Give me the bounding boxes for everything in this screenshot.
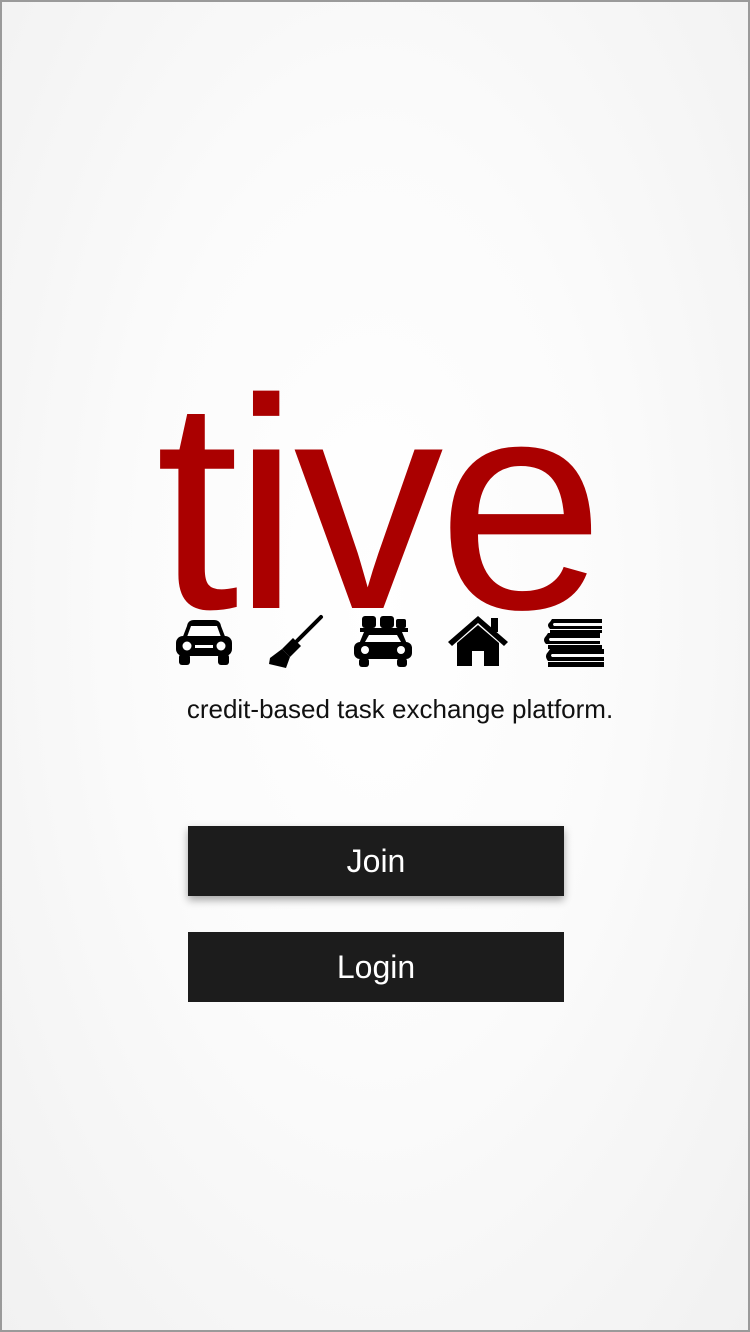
house-icon — [446, 614, 510, 670]
app-logo: tive — [155, 336, 605, 672]
broom-icon — [266, 614, 330, 670]
task-category-icons — [2, 614, 748, 670]
login-button[interactable]: Login — [188, 932, 564, 1002]
tagline: credit-based task exchange platform. — [186, 694, 614, 724]
welcome-screen: tive credit-based task exchange platform… — [0, 0, 750, 1332]
car-roof-rack-icon — [351, 614, 415, 670]
join-button[interactable]: Join — [188, 826, 564, 896]
car-icon — [172, 614, 236, 670]
books-icon — [542, 614, 606, 670]
